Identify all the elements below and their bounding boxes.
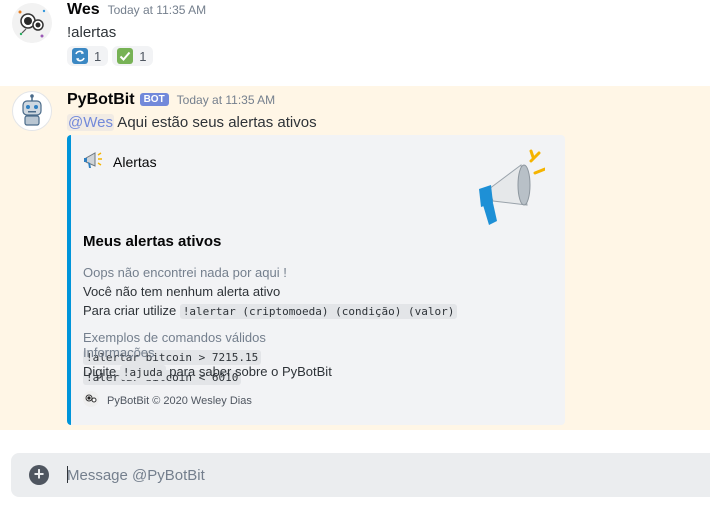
inline-code: !ajuda [119,365,166,380]
reaction-check[interactable]: 1 [112,46,154,66]
embed-footer-text: PyBotBit © 2020 Wesley Dias [107,394,252,407]
username[interactable]: PyBotBit [67,91,135,109]
repeat-icon [72,48,88,64]
embed-field-empty: Oops não encontrei nada por aqui ! Você … [83,263,458,321]
embed-footer: PyBotBit © 2020 Wesley Dias [83,391,252,410]
message-content: !alertas [67,24,117,41]
field-value: Para criar utilize !alertar (criptomoeda… [83,301,458,321]
robot-avatar-icon[interactable] [12,91,52,131]
message-header: Wes Today at 11:35 AM [67,1,206,21]
message-content: @Wes Aqui estão seus alertas ativos [67,114,317,131]
check-mark-icon [117,48,134,64]
field-value: Você não tem nenhum alerta ativo [83,284,281,299]
megaphone-icon [83,149,105,174]
message-composer: + [11,453,710,497]
chat-window: Wes Today at 11:35 AM !alertas 1 1 PyBot… [0,0,710,516]
reaction-count: 1 [94,48,102,64]
field-name: Oops não encontrei nada por aqui ! [83,265,287,280]
embed-title: Meus alertas ativos [83,233,222,250]
embed-author: Alertas [83,149,157,174]
field-text: Para criar utilize [83,303,180,318]
astronaut-avatar-icon [83,391,99,410]
embed-field-info-content: Informações Digite !ajuda para saber sobr… [83,343,332,382]
message-header: PyBotBit BOT Today at 11:35 AM [67,91,275,111]
field-value: Digite !ajuda para saber sobre o PyBotBi… [83,362,332,382]
embed-card: Alertas Meus alertas ativos Oops não enc… [67,135,565,425]
field-text: para saber sobre o PyBotBit [165,364,332,379]
astronaut-avatar-icon[interactable] [12,3,52,43]
inline-code: !alertar (criptomoeda) (condição) (valor… [179,304,458,319]
timestamp: Today at 11:35 AM [107,3,207,17]
megaphone-icon [471,149,547,229]
bot-badge: BOT [139,93,169,106]
username[interactable]: Wes [67,1,100,19]
message-input[interactable] [67,463,697,487]
add-attachment-icon[interactable]: + [29,465,49,485]
field-name: Informações [83,345,155,360]
reaction-count: 1 [139,48,147,64]
reactions: 1 1 [67,46,154,66]
field-text: Digite [83,364,120,379]
timestamp: Today at 11:35 AM [176,93,276,107]
reaction-repeat[interactable]: 1 [67,46,109,66]
message-wes: Wes Today at 11:35 AM !alertas 1 1 [0,0,710,76]
embed-author-name: Alertas [113,153,157,170]
user-mention[interactable]: @Wes [67,114,114,131]
text-caret [67,466,68,483]
message-text: Aqui estão seus alertas ativos [113,114,317,131]
message-pybotbit: PyBotBit BOT Today at 11:35 AM @Wes Aqui… [0,86,710,430]
